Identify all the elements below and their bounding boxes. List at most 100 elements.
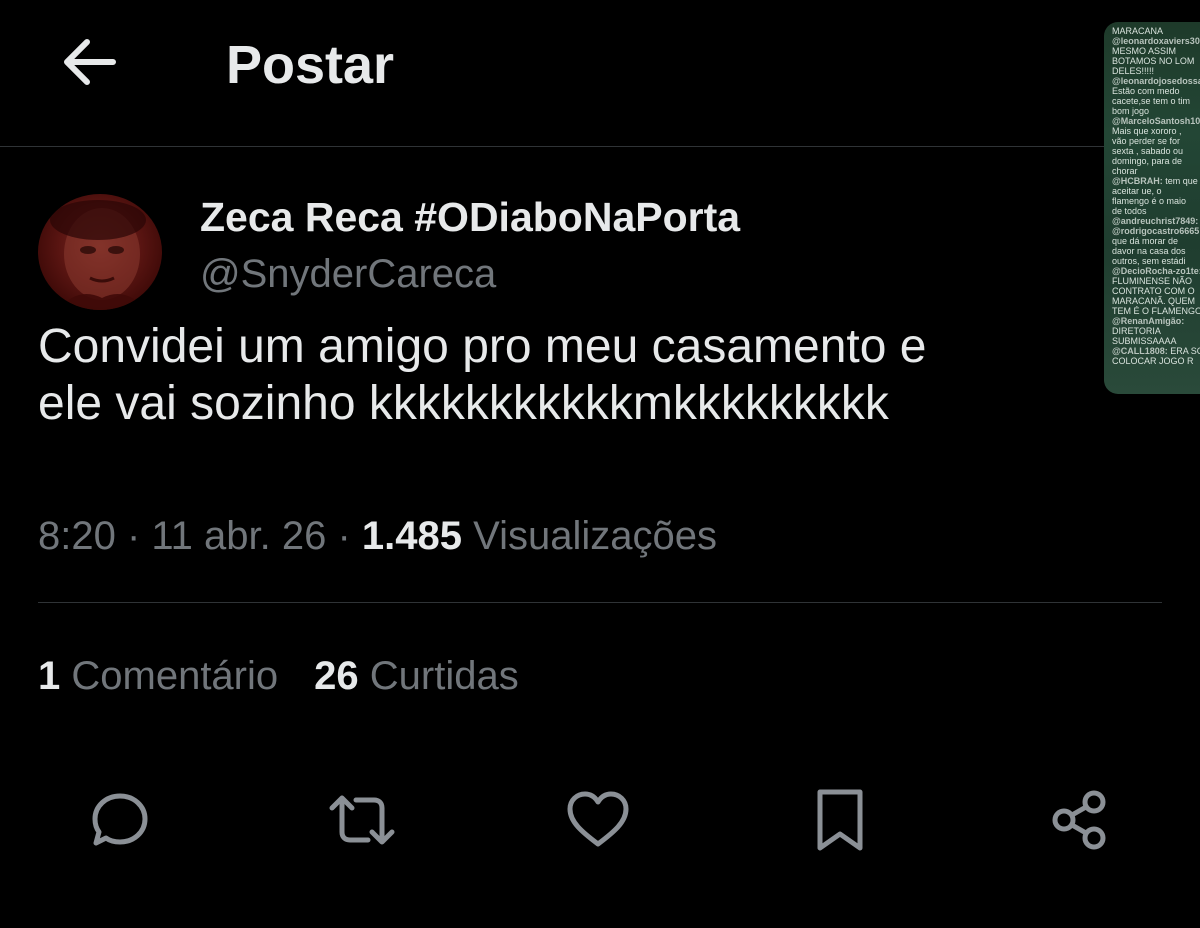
comments-count: 1 (38, 654, 61, 698)
chat-text: Mais que xororo , (1112, 126, 1182, 136)
chat-message-line: FLUMINENSE NÃO (1112, 276, 1200, 286)
avatar-photo (50, 200, 146, 310)
chat-text: Estão com medo (1112, 86, 1180, 96)
share-button[interactable] (1044, 784, 1116, 856)
chat-message-line: COLOCAR JOGO R (1112, 356, 1200, 366)
chat-message-line: TEM É O FLAMENGO (1112, 306, 1200, 316)
chat-text: TEM É O FLAMENGO (1112, 306, 1200, 316)
chat-text: flamengo é o maio (1112, 196, 1187, 206)
post-text-line: ele vai sozinho kkkkkkkkkkkmkkkkkkkkk (38, 377, 889, 430)
chat-text: aceitar ue, o (1112, 186, 1162, 196)
chat-message-line: sexta , sabado ou (1112, 146, 1200, 156)
chat-text: MARACANA (1112, 26, 1164, 36)
chat-username: @RenanAmigão: (1112, 316, 1185, 326)
views-count: 1.485 (361, 514, 463, 558)
chat-message-line: chorar (1112, 166, 1200, 176)
chat-text: FLUMINENSE NÃO (1112, 276, 1193, 286)
chat-text: davor na casa dos (1112, 246, 1186, 256)
chat-message-line: @leonardojosedossant (1112, 76, 1200, 86)
like-button[interactable] (562, 784, 634, 856)
chat-text: MESMO ASSIM (1112, 46, 1177, 56)
chat-text: sexta , sabado ou (1112, 146, 1184, 156)
views-label: Visualizações (473, 514, 718, 558)
chat-message-line: flamengo é o maio (1112, 196, 1200, 206)
chat-username: @leonardojosedossant (1112, 76, 1200, 86)
chat-message-line: @CALL1808: ERA SO (1112, 346, 1200, 356)
chat-message-line: davor na casa dos (1112, 246, 1200, 256)
chat-text: domingo, para de (1112, 156, 1183, 166)
chat-message-line: MARACANA (1112, 26, 1200, 36)
chat-text: SUBMISSAAAA (1112, 336, 1177, 346)
comments-label: Comentário (71, 654, 279, 698)
chat-text: MARACANÃ. QUEM (1112, 296, 1196, 306)
stats-divider (38, 602, 1162, 603)
chat-message-line: SUBMISSAAAA (1112, 336, 1200, 346)
chat-username: @andreuchrist7849: (1112, 216, 1199, 226)
chat-message-line: @DecioRocha-zo1te: O (1112, 266, 1200, 276)
chat-message-line: vão perder se for (1112, 136, 1200, 146)
chat-username: @rodrigocastro6665: (1112, 226, 1200, 236)
author-name[interactable]: Zeca Reca #ODiaboNaPorta (200, 192, 740, 242)
post-text: Convidei um amigo pro meu casamento e el… (38, 318, 1158, 432)
likes-stat[interactable]: 26 Curtidas (314, 654, 519, 698)
post-meta: 8:20 · 11 abr. 26 · 1.485 Visualizações (38, 510, 717, 562)
chat-message-line: cacete,se tem o tim (1112, 96, 1200, 106)
chat-message-line: MESMO ASSIM (1112, 46, 1200, 56)
post-text-line: Convidei um amigo pro meu casamento e (38, 320, 927, 373)
chat-username: @HCBRAH: (1112, 176, 1163, 186)
chat-text: tem que (1162, 176, 1198, 186)
chat-message-line: DIRETORIA (1112, 326, 1200, 336)
post-date[interactable]: 11 abr. 26 (151, 514, 326, 558)
chat-text: DELES!!!!! (1112, 66, 1155, 76)
share-icon (1052, 790, 1106, 850)
back-button[interactable] (58, 34, 120, 90)
chat-message-line: outros, sem estádi (1112, 256, 1200, 266)
chat-text: COLOCAR JOGO R (1112, 356, 1194, 366)
heart-icon (567, 791, 629, 847)
chat-text: CONTRATO COM O (1112, 286, 1195, 296)
page-title: Postar (226, 35, 395, 95)
chat-message-line: Estão com medo (1112, 86, 1200, 96)
likes-count: 26 (314, 654, 359, 698)
chat-text: de todos (1112, 206, 1147, 216)
chat-message-line: MARACANÃ. QUEM (1112, 296, 1200, 306)
avatar[interactable] (38, 194, 162, 310)
chat-message-line: @MarceloSantosh10: (1112, 116, 1200, 126)
chat-message-line: de todos (1112, 206, 1200, 216)
chat-text: vão perder se for (1112, 136, 1181, 146)
chat-text: BOTAMOS NO LOM (1112, 56, 1195, 66)
post-time: 8:20 (38, 514, 116, 558)
chat-username: @leonardoxaviers304: (1112, 36, 1200, 46)
chat-message-line: CONTRATO COM O (1112, 286, 1200, 296)
chat-message-line: @rodrigocastro6665: i (1112, 226, 1200, 236)
repost-button[interactable] (326, 784, 398, 856)
meta-separator: · (326, 514, 362, 558)
chat-message-line: Mais que xororo , (1112, 126, 1200, 136)
chat-text: outros, sem estádi (1112, 256, 1186, 266)
live-chat-overlay: MARACANA @leonardoxaviers304: MESMO ASSIM B… (1104, 22, 1200, 394)
bookmark-icon (817, 789, 863, 851)
chat-text: bom jogo (1112, 106, 1150, 116)
chat-username: @MarceloSantosh10: (1112, 116, 1200, 126)
post-stats: 1 Comentário 26 Curtidas (38, 650, 519, 702)
reply-button[interactable] (84, 784, 156, 856)
likes-label: Curtidas (369, 654, 519, 698)
chat-message-line: BOTAMOS NO LOM (1112, 56, 1200, 66)
chat-message-line: que dá morar de (1112, 236, 1200, 246)
author-handle[interactable]: @SnyderCareca (200, 250, 496, 298)
comments-stat[interactable]: 1 Comentário (38, 654, 278, 698)
chat-username: @CALL1808: (1112, 346, 1168, 356)
retweet-icon (329, 795, 395, 845)
chat-text: chorar (1112, 166, 1138, 176)
chat-message-line: @andreuchrist7849: Se (1112, 216, 1200, 226)
meta-separator: · (115, 514, 152, 558)
chat-text: que dá morar de (1112, 236, 1179, 246)
comment-icon (92, 793, 148, 846)
top-bar: Postar (0, 0, 1200, 146)
header-divider (0, 146, 1200, 147)
chat-message-line: domingo, para de (1112, 156, 1200, 166)
chat-message-line: @leonardoxaviers304: (1112, 36, 1200, 46)
chat-message-line: DELES!!!!! (1112, 66, 1200, 76)
chat-username: @DecioRocha-zo1te: (1112, 266, 1200, 276)
bookmark-button[interactable] (804, 784, 876, 856)
